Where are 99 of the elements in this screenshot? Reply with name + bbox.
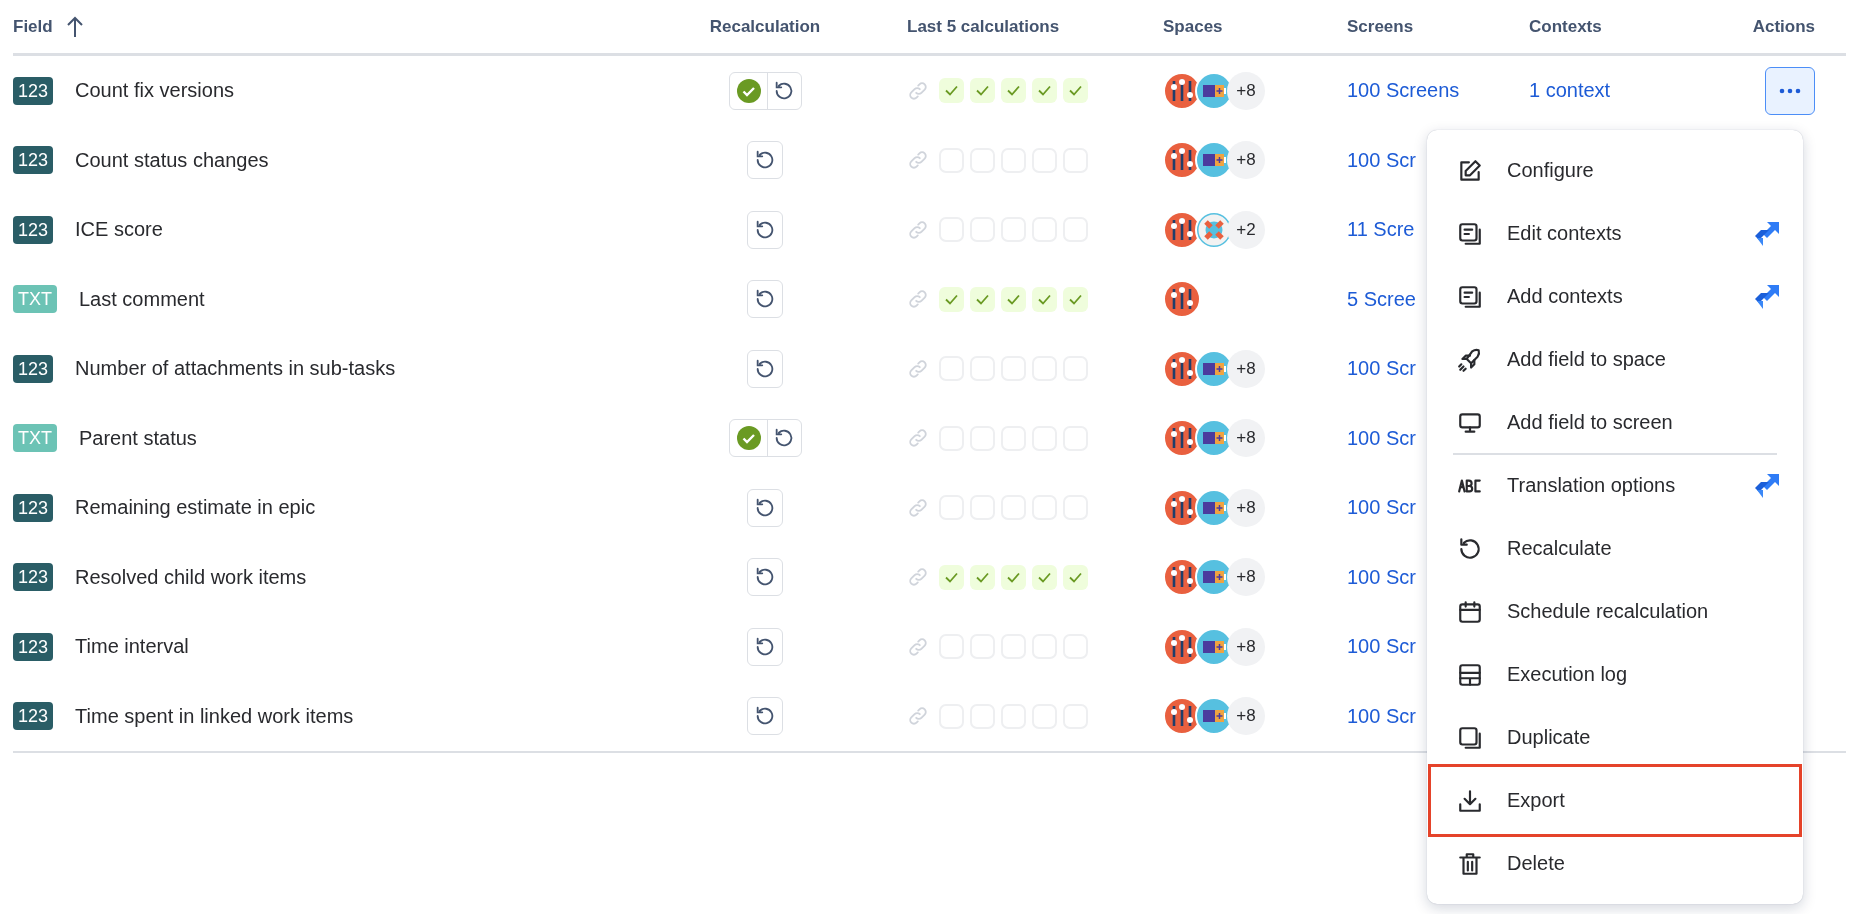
refresh-icon [754,218,776,241]
column-header[interactable]: Contexts [1529,16,1602,37]
field-type-label: 123 [13,632,54,661]
field-name: Time interval [75,635,189,659]
recalculate-button[interactable] [747,141,783,180]
recalculate-button[interactable] [747,627,783,666]
field-name: Resolved child work items [75,565,307,589]
column-header[interactable]: Screens [1347,16,1414,37]
menu-item[interactable]: Recalculate [1427,517,1803,580]
link-icon [907,218,929,241]
recalculate-button[interactable] [747,558,783,597]
field-type-label: 123 [13,146,54,175]
column-header[interactable]: Actions [1752,16,1815,37]
screens-link[interactable]: 100 Scr [1347,496,1416,520]
more-spaces-count[interactable]: +8 [1227,697,1265,736]
refresh-icon [754,496,776,519]
menu-item[interactable]: Execution log [1427,643,1803,706]
field-name: ICE score [75,218,163,242]
menu-item[interactable]: Edit contexts [1427,202,1803,265]
calendar-icon [1457,598,1483,625]
screens-link[interactable]: 11 Scre [1347,218,1415,242]
field-type-label: TXT [13,424,57,453]
field-type-label: TXT [13,285,57,314]
rocket-icon [1457,346,1483,373]
screens-link[interactable]: 100 Scr [1347,357,1416,381]
more-spaces-count[interactable]: +2 [1227,210,1265,249]
recalculate-button[interactable] [747,349,783,388]
menu-item[interactable]: Add field to screen [1427,391,1803,454]
field-type-label: 123 [13,76,54,105]
screens-link[interactable]: 100 Scr [1347,565,1416,589]
field-name: Count status changes [75,148,269,172]
menu-item[interactable]: Schedule recalculation [1427,580,1803,643]
link-icon [907,427,929,450]
menu-item[interactable]: Export [1433,769,1797,832]
check-circle-icon [735,77,762,104]
column-header[interactable]: Spaces [1163,16,1223,37]
screens-link[interactable]: 100 Scr [1347,635,1416,659]
menu-item[interactable]: Delete [1427,832,1803,895]
more-icon [1779,87,1801,94]
more-spaces-count[interactable]: +8 [1227,488,1265,527]
field-name: Parent status [79,426,197,450]
screens-link[interactable]: 100 Scr [1347,704,1416,728]
field-name: Count fix versions [75,79,234,103]
recalculate-button[interactable] [728,71,802,110]
field-name: Remaining estimate in epic [75,496,316,520]
table-icon [1457,661,1483,688]
field-type-label: 123 [13,702,54,731]
screens-link[interactable]: 100 Scr [1347,148,1416,172]
link-icon [907,566,929,589]
menu-item[interactable]: Duplicate [1427,706,1803,769]
screens-link[interactable]: 5 Scree [1347,287,1416,311]
sliders-avatar-icon[interactable] [1163,280,1201,319]
field-name: Last comment [79,287,205,311]
more-spaces-count[interactable]: +8 [1227,71,1265,110]
more-spaces-count[interactable]: +8 [1227,558,1265,597]
contexts-link[interactable]: 1 context [1529,79,1611,103]
link-icon [907,635,929,658]
field-type-label: 123 [13,215,54,244]
more-spaces-count[interactable]: +8 [1227,419,1265,458]
refresh-icon [1457,535,1483,562]
link-icon [907,357,929,380]
link-icon [907,149,929,172]
field-type-label: 123 [13,563,54,592]
refresh-icon [754,357,776,380]
more-actions-button[interactable] [1765,66,1815,115]
recalculate-button[interactable] [747,488,783,527]
menu-item[interactable]: Add contexts [1427,265,1803,328]
column-header[interactable]: Last 5 calculations [907,16,1060,37]
link-icon [907,496,929,519]
screens-link[interactable]: 100 Screens [1347,79,1460,103]
duplicate-icon [1457,724,1483,751]
link-icon [907,79,929,102]
field-type-label: 123 [13,354,54,383]
screens-link[interactable]: 100 Scr [1347,426,1416,450]
document-stack-icon [1457,283,1483,310]
document-stack-icon [1457,220,1483,247]
edit-icon [1457,157,1483,184]
field-type-label: 123 [13,493,54,522]
field-name: Time spent in linked work items [75,704,354,728]
recalculate-button[interactable] [728,419,802,458]
refresh-icon [754,635,776,658]
download-icon [1457,787,1483,814]
menu-item[interactable]: Configure [1427,139,1803,202]
link-icon [907,705,929,728]
column-header[interactable]: Recalculation [709,16,821,37]
recalculate-button[interactable] [747,697,783,736]
more-spaces-count[interactable]: +8 [1227,627,1265,666]
recalculate-button[interactable] [747,210,783,249]
more-spaces-count[interactable]: +8 [1227,349,1265,388]
link-icon [907,288,929,311]
recalculate-button[interactable] [747,280,783,319]
more-spaces-count[interactable]: +8 [1227,141,1265,180]
menu-item[interactable]: Add field to space [1427,328,1803,391]
sort-ascending-icon [66,15,83,38]
check-circle-icon [735,425,762,452]
menu-item[interactable]: Translation options [1427,454,1803,517]
field-name: Number of attachments in sub-tasks [75,357,396,381]
trash-icon [1457,850,1483,877]
column-header[interactable]: Field [13,15,83,38]
